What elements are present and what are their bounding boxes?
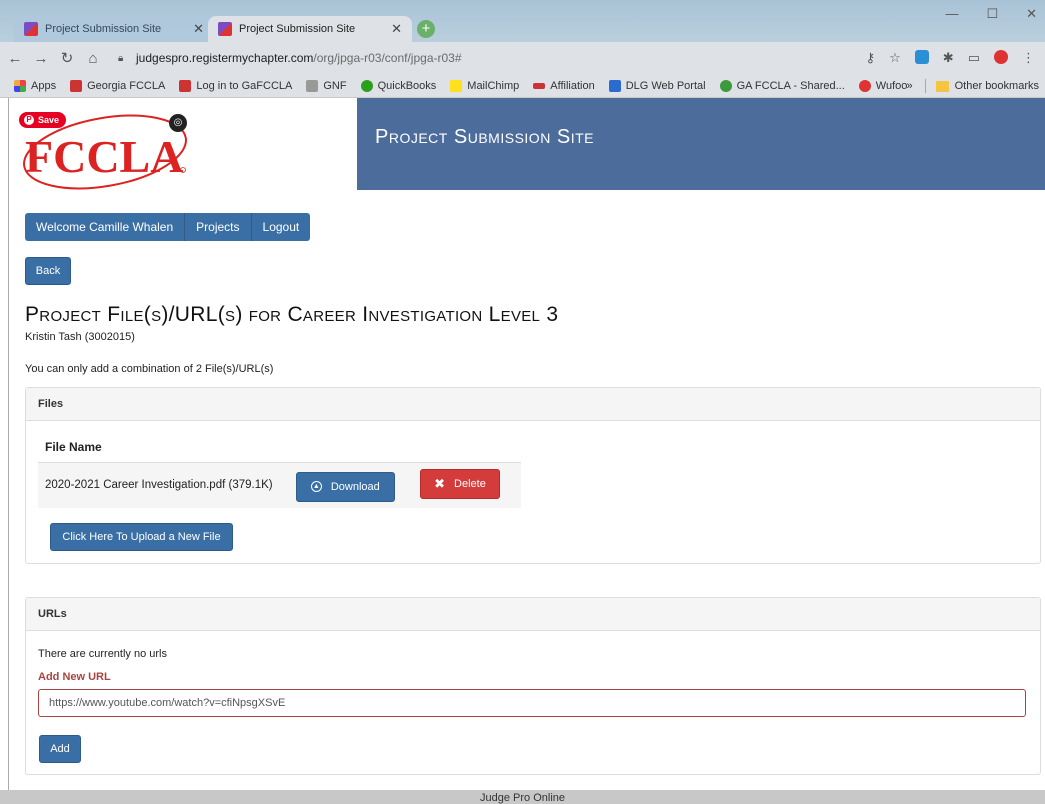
nav-projects[interactable]: Projects [185,213,252,241]
upload-file-button[interactable]: Click Here To Upload a New File [50,523,233,551]
close-icon[interactable]: ✕ [391,21,402,37]
bookmarks-bar: Apps Georgia FCCLA Log in to GaFCCLA GNF… [0,74,1045,98]
star-icon[interactable]: ☆ [889,50,901,66]
download-circle-icon: ▲ [310,481,322,492]
bookmark-ga-fccla-shared[interactable]: GA FCCLA - Shared... [719,79,845,92]
shared-drive-icon [719,79,732,92]
urls-panel: URLs There are currently no urls Add New… [25,597,1041,775]
download-button[interactable]: ▲ Download [295,471,395,502]
main-nav: Welcome Camille Whalen Projects Logout [25,213,311,241]
limit-note: You can only add a combination of 2 File… [25,363,274,375]
tab-title: Project Submission Site [45,23,162,35]
folder-icon [935,80,949,92]
bookmark-apps[interactable]: Apps [14,79,56,92]
mailchimp-icon [450,79,463,92]
browser-tabstrip: Project Submission Site ✕ Project Submis… [0,0,1045,42]
add-url-button[interactable]: Add [39,735,81,763]
nav-logout[interactable]: Logout [251,213,311,241]
tab-title: Project Submission Site [239,23,356,35]
forward-arrow-icon[interactable]: → [30,50,52,67]
affiliation-icon [533,82,546,89]
file-row-cell: 2020-2021 Career Investigation.pdf (379.… [38,462,521,508]
key-icon[interactable]: ⚷ [866,50,876,66]
reload-icon[interactable]: ↻ [56,49,78,67]
minimize-icon[interactable]: — [945,6,958,22]
window-controls: — ☐ ✕ [945,6,1037,22]
fccla-icon [70,79,83,92]
browser-tab-2[interactable]: Project Submission Site ✕ [208,16,412,42]
cast-icon[interactable]: ▭ [968,50,980,66]
no-urls-message: There are currently no urls [38,648,167,660]
profile-avatar-icon[interactable] [994,50,1008,64]
nav-welcome[interactable]: Welcome Camille Whalen [25,213,186,241]
page-title: Project File(s)/URL(s) for Career Invest… [25,303,559,326]
site-banner: Project Submission Site [357,98,1045,190]
bookmark-wufoo[interactable]: Wufoo [858,79,907,92]
close-window-icon[interactable]: ✕ [1026,6,1037,22]
files-table: File Name 2020-2021 Career Investigation… [38,430,521,508]
lock-icon: 🔒︎ [118,53,124,64]
divider [924,79,926,93]
table-row: 2020-2021 Career Investigation.pdf (379.… [38,462,521,508]
gnf-icon [306,79,319,92]
other-bookmarks[interactable]: Other bookmarks [935,80,1039,92]
browser-tab-1[interactable]: Project Submission Site ✕ [14,16,214,42]
pinterest-save-button[interactable]: P Save [19,112,67,128]
bookmark-gnf[interactable]: GNF [306,79,347,92]
url-input[interactable] [38,689,1026,717]
visual-search-icon[interactable]: ◎ [169,114,187,132]
fccla-logo[interactable]: FCCLA P Save ◎ [19,110,199,190]
site-favicon-icon [218,22,232,36]
back-arrow-icon[interactable]: ← [4,50,26,67]
quickbooks-icon [360,79,373,92]
svg-text:FCCLA: FCCLA [25,131,183,182]
file-name: 2020-2021 Career Investigation.pdf (379.… [45,479,273,491]
close-icon[interactable]: ✕ [193,21,204,37]
wufoo-icon [858,79,871,92]
puzzle-icon[interactable]: ✱ [943,50,954,66]
maximize-icon[interactable]: ☐ [986,6,998,22]
fccla-icon [179,79,192,92]
bookmark-quickbooks[interactable]: QuickBooks [360,79,436,92]
url-host: judgespro.registermychapter.com [136,51,314,65]
file-name-header: File Name [38,430,521,463]
pinterest-icon: P [24,115,34,125]
bookmark-affiliation[interactable]: Affiliation [533,80,595,92]
page-content: FCCLA P Save ◎ Project Submission Site W… [8,98,1045,790]
toolbar-icons: ⚷ ☆ ✱ ▭ ⋮ [866,50,1035,66]
student-info: Kristin Tash (3002015) [25,331,135,343]
apps-grid-icon [14,79,26,92]
bookmarks-right: » Other bookmarks [907,74,1045,98]
menu-kebab-icon[interactable]: ⋮ [1022,50,1035,66]
add-url-label: Add New URL [38,671,111,683]
files-panel: Files File Name 2020-2021 Career Investi… [25,387,1041,564]
delete-button[interactable]: ✖ Delete [420,469,500,499]
bookmark-mailchimp[interactable]: MailChimp [450,79,519,92]
bookmark-login-gafccla[interactable]: Log in to GaFCCLA [179,79,292,92]
urls-heading: URLs [26,598,1040,631]
bookmark-georgia-fccla[interactable]: Georgia FCCLA [70,79,165,92]
back-button[interactable]: Back [25,257,71,285]
url-path: /org/jpga-r03/conf/jpga-r03# [313,51,462,65]
files-heading: Files [26,388,1040,421]
address-bar[interactable]: 🔒︎ judgespro.registermychapter.com/org/j… [118,47,888,69]
extension-icon[interactable] [914,50,929,64]
bookmark-dlg-portal[interactable]: DLG Web Portal [608,79,706,92]
banner-title: Project Submission Site [375,126,594,148]
footer: Judge Pro Online [0,790,1045,804]
home-icon[interactable]: ⌂ [82,50,104,67]
site-favicon-icon [24,22,38,36]
new-tab-button[interactable]: + [417,20,435,38]
close-x-icon: ✖ [434,476,446,491]
dlg-icon [608,79,621,92]
bookmarks-overflow-icon[interactable]: » [907,80,913,92]
browser-toolbar: ← → ↻ ⌂ 🔒︎ judgespro.registermychapter.c… [0,42,1045,74]
